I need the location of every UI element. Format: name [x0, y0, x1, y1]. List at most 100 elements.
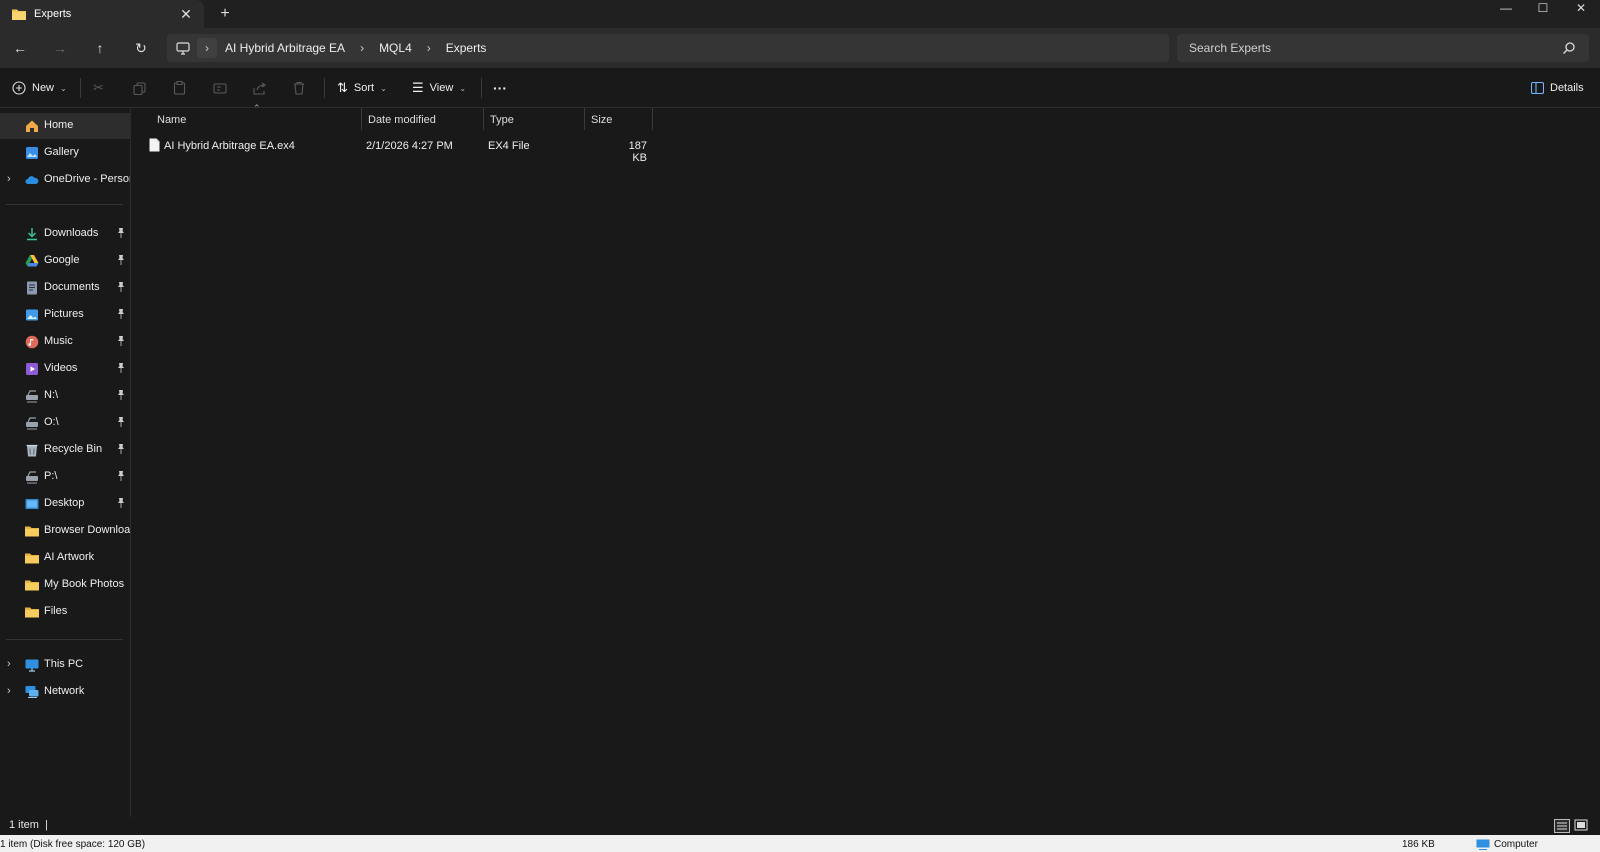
- paste-button[interactable]: [173, 77, 186, 99]
- breadcrumb-item[interactable]: Experts: [446, 41, 487, 55]
- delete-button[interactable]: [293, 77, 305, 99]
- column-header-name[interactable]: Name: [132, 108, 362, 130]
- sidebar-item-desktop[interactable]: Desktop: [0, 491, 130, 517]
- cut-button[interactable]: ✂: [93, 77, 104, 99]
- chevron-right-icon[interactable]: ›: [7, 173, 17, 185]
- pin-icon: [118, 282, 124, 292]
- copy-button[interactable]: [133, 77, 146, 99]
- up-button[interactable]: ↑: [89, 37, 111, 59]
- column-header-date-modified[interactable]: Date modified: [362, 108, 484, 130]
- sidebar-item-music[interactable]: Music: [0, 329, 130, 355]
- chevron-right-icon[interactable]: ›: [420, 41, 438, 55]
- new-button[interactable]: New ⌄: [12, 77, 67, 99]
- documents-icon: [27, 281, 37, 295]
- sidebar-item-ai-artwork[interactable]: AI Artwork: [0, 545, 130, 571]
- column-header-type[interactable]: Type: [484, 108, 585, 130]
- sidebar-item-this-pc[interactable]: › This PC: [0, 652, 130, 678]
- divider: [6, 639, 123, 640]
- pin-icon: [118, 336, 124, 346]
- sidebar-item-home[interactable]: Home: [0, 113, 130, 139]
- details-view-button[interactable]: [1554, 819, 1570, 833]
- classic-status-strip: [0, 835, 1600, 852]
- home-icon: [26, 120, 38, 132]
- sidebar-item-browser-downloads[interactable]: Browser Downloads: [0, 518, 130, 544]
- sidebar-item-recycle-bin[interactable]: Recycle Bin: [0, 437, 130, 463]
- address-bar[interactable]: › AI Hybrid Arbitrage EA › MQL4 › Expert…: [167, 34, 1169, 62]
- sidebar-item-label: Music: [44, 335, 73, 347]
- disk-free-space: 1 item (Disk free space: 120 GB): [0, 839, 146, 850]
- videos-icon: [26, 363, 38, 375]
- folder-icon: [25, 580, 39, 591]
- sort-button[interactable]: ⇅ Sort ⌄: [337, 77, 387, 99]
- sidebar-item-label: This PC: [44, 658, 84, 670]
- sort-icon: ⇅: [337, 80, 348, 95]
- paste-icon: [173, 81, 186, 95]
- network-icon: [25, 686, 39, 698]
- share-button[interactable]: [253, 77, 267, 99]
- sidebar-item-label: Desktop: [44, 497, 85, 509]
- chevron-down-icon: ⌄: [459, 83, 467, 93]
- chevron-right-icon[interactable]: ›: [7, 685, 17, 697]
- sidebar-item-o-drive[interactable]: O:\: [0, 410, 130, 436]
- chevron-right-icon[interactable]: ›: [7, 658, 17, 670]
- maximize-button[interactable]: ☐: [1524, 0, 1562, 16]
- details-button[interactable]: Details: [1531, 77, 1584, 99]
- pin-icon: [118, 228, 124, 238]
- close-window-button[interactable]: ✕: [1562, 0, 1600, 16]
- sidebar-item-label: P:\: [44, 470, 58, 482]
- view-button[interactable]: ☰ View ⌄: [412, 77, 466, 99]
- download-icon: [27, 228, 37, 241]
- pin-icon: [118, 255, 124, 265]
- search-input[interactable]: [1177, 34, 1589, 62]
- table-row[interactable]: AI Hybrid Arbitrage EA.ex4 2/1/2026 4:27…: [132, 135, 652, 164]
- chevron-right-icon[interactable]: ›: [197, 38, 217, 58]
- forward-button[interactable]: →: [49, 37, 71, 59]
- sidebar-item-files[interactable]: Files: [0, 599, 130, 625]
- pin-icon: [118, 309, 124, 319]
- recycle-bin-icon: [26, 444, 38, 457]
- pin-icon: [118, 498, 124, 508]
- chevron-right-icon[interactable]: ›: [353, 41, 371, 55]
- details-pane-icon: [1531, 82, 1544, 94]
- pin-icon: [118, 444, 124, 454]
- file-size: 187 KB: [628, 140, 647, 164]
- close-tab-button[interactable]: ✕: [176, 4, 196, 24]
- sidebar-item-documents[interactable]: Documents: [0, 275, 130, 301]
- sidebar-item-label: AI Artwork: [44, 551, 95, 563]
- details-label: Details: [1550, 82, 1584, 94]
- sidebar-item-n-drive[interactable]: N:\: [0, 383, 130, 409]
- sidebar-item-google[interactable]: Google: [0, 248, 130, 274]
- sidebar-item-p-drive[interactable]: P:\: [0, 464, 130, 490]
- sidebar-item-downloads[interactable]: Downloads: [0, 221, 130, 247]
- file-type: EX4 File: [488, 140, 530, 152]
- monitor-icon: [173, 38, 193, 58]
- breadcrumb-item[interactable]: MQL4: [379, 41, 412, 55]
- new-tab-button[interactable]: +: [214, 4, 236, 24]
- desktop-icon: [25, 499, 39, 509]
- file-name: AI Hybrid Arbitrage EA.ex4: [164, 140, 295, 152]
- sidebar-item-network[interactable]: › Network: [0, 679, 130, 705]
- refresh-button[interactable]: ↻: [130, 37, 152, 59]
- back-button[interactable]: ←: [9, 37, 31, 59]
- navigation-bar: ← → ↑ ↻ › AI Hybrid Arbitrage EA › MQL4 …: [0, 28, 1600, 68]
- sidebar-item-label: My Book Photos: [44, 578, 125, 590]
- sidebar-item-pictures[interactable]: Pictures: [0, 302, 130, 328]
- network-drive-icon: [26, 417, 38, 430]
- divider: [481, 78, 482, 98]
- sidebar-item-my-book-photos[interactable]: My Book Photos: [0, 572, 130, 598]
- breadcrumb-item[interactable]: AI Hybrid Arbitrage EA: [225, 41, 345, 55]
- tab-experts[interactable]: Experts ✕: [0, 0, 204, 28]
- sidebar-item-gallery[interactable]: Gallery: [0, 140, 130, 166]
- sidebar-item-videos[interactable]: Videos: [0, 356, 130, 382]
- tab-title: Experts: [34, 8, 72, 20]
- tiles-view-button[interactable]: [1574, 819, 1590, 833]
- column-header-size[interactable]: Size: [585, 108, 653, 130]
- rename-button[interactable]: [213, 77, 227, 99]
- search-icon: [1563, 42, 1575, 54]
- network-drive-icon: [26, 471, 38, 484]
- cut-icon: ✂: [93, 80, 104, 95]
- more-options-button[interactable]: ···: [493, 77, 507, 99]
- minimize-button[interactable]: —: [1487, 0, 1525, 16]
- sidebar-item-label: Files: [44, 605, 68, 617]
- sidebar-item-onedrive[interactable]: › OneDrive - Persona: [0, 167, 130, 193]
